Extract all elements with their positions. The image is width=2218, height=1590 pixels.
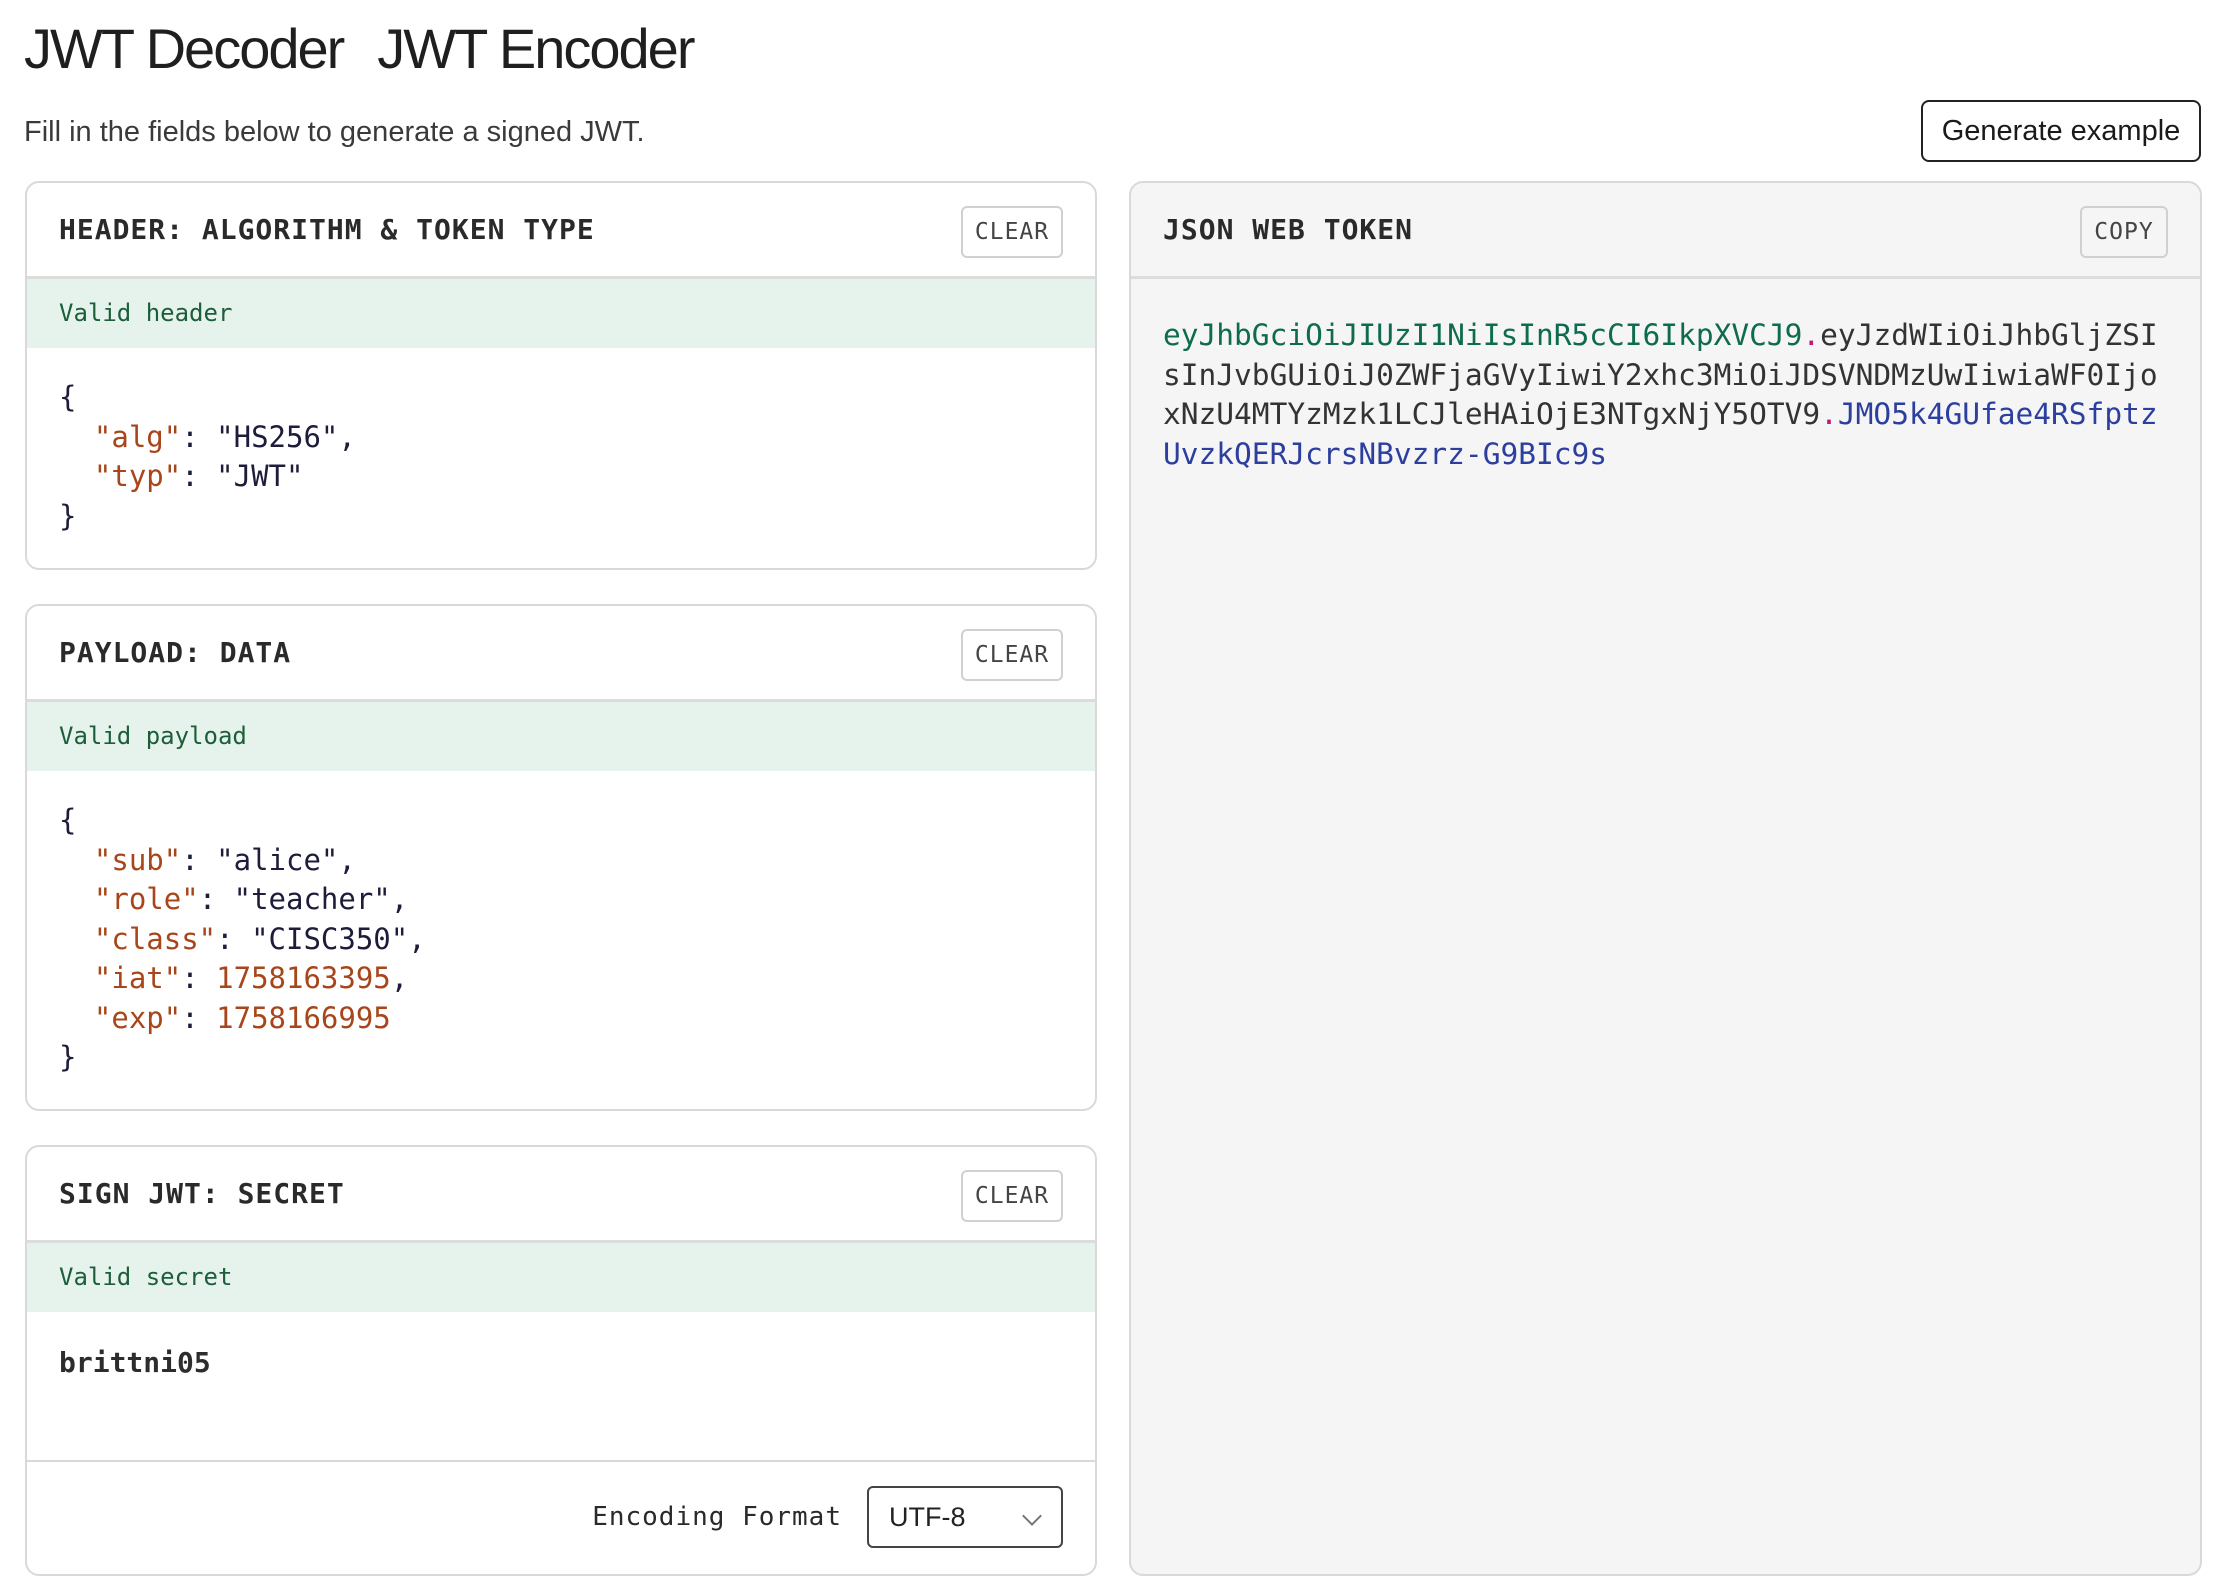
token-panel-title: JSON WEB TOKEN [1163,213,1414,246]
payload-panel-title: PAYLOAD: DATA [59,636,292,669]
tab-jwt-encoder[interactable]: JWT Encoder [377,14,695,84]
json-key: "sub" [93,842,182,877]
json-value: "alice" [216,842,339,877]
encoding-format-value: UTF-8 [889,1502,966,1532]
json-key: "alg" [93,419,182,454]
json-key: "iat" [93,961,182,995]
json-value: "teacher" [233,882,391,916]
tab-jwt-decoder[interactable]: JWT Decoder [24,14,345,84]
header-json-editor[interactable]: { "alg": "HS256", "typ": "JWT" } [27,348,1095,566]
payload-status-badge: Valid payload [27,702,1095,771]
header-panel-title: HEADER: ALGORITHM & TOKEN TYPE [59,213,595,246]
payload-panel: PAYLOAD: DATA CLEAR Valid payload { "sub… [25,604,1097,1111]
secret-panel-title: SIGN JWT: SECRET [59,1177,345,1210]
payload-clear-button[interactable]: CLEAR [961,629,1063,681]
header-panel: HEADER: ALGORITHM & TOKEN TYPE CLEAR Val… [25,181,1097,570]
json-value: "JWT" [216,459,304,493]
json-number: 1758166995 [216,1000,391,1035]
brace-open: { [59,803,77,837]
token-separator: . [1820,397,1838,431]
page-subtitle: Fill in the fields below to generate a s… [24,116,645,148]
json-number: 1758163395 [216,961,391,995]
generate-example-button[interactable]: Generate example [1921,100,2201,162]
secret-status-badge: Valid secret [27,1243,1095,1312]
json-key: "exp" [93,1000,182,1035]
payload-panel-head: PAYLOAD: DATA CLEAR [27,606,1095,702]
brace-close: } [59,1040,77,1074]
encoded-token[interactable]: eyJhbGciOiJIUzI1NiIsInR5cCI6IkpXVCJ9.eyJ… [1163,316,2173,474]
brace-close: } [59,498,77,533]
encoding-format-label: Encoding Format [592,1502,842,1532]
copy-button[interactable]: COPY [2080,206,2168,258]
secret-clear-button[interactable]: CLEAR [961,1170,1063,1222]
json-key: "typ" [93,459,182,493]
mode-tabs: JWT Decoder JWT Encoder [24,14,695,84]
json-value: "HS256" [216,419,339,454]
token-separator: . [1802,318,1821,352]
header-status-badge: Valid header [27,279,1095,348]
header-panel-head: HEADER: ALGORITHM & TOKEN TYPE CLEAR [27,183,1095,279]
token-header-part: eyJhbGciOiJIUzI1NiIsInR5cCI6IkpXVCJ9 [1163,318,1803,352]
json-key: "class" [93,921,217,956]
json-value: "CISC350" [251,921,409,956]
encoding-row: Encoding Format UTF-8 [27,1462,1095,1571]
encoding-format-select[interactable]: UTF-8 [867,1486,1063,1548]
header-clear-button[interactable]: CLEAR [961,206,1063,258]
secret-input[interactable]: brittni05 [27,1312,1095,1462]
token-panel-head: JSON WEB TOKEN COPY [1131,183,2200,279]
json-key: "role" [93,882,199,916]
secret-value: brittni05 [59,1346,211,1379]
token-panel: JSON WEB TOKEN COPY eyJhbGciOiJIUzI1NiIs… [1129,181,2202,1576]
chevron-down-icon [1022,1506,1042,1526]
secret-panel: SIGN JWT: SECRET CLEAR Valid secret brit… [25,1145,1097,1576]
secret-panel-head: SIGN JWT: SECRET CLEAR [27,1147,1095,1243]
brace-open: { [59,380,77,414]
payload-json-editor[interactable]: { "sub": "alice", "role": "teacher", "cl… [27,771,1095,1108]
